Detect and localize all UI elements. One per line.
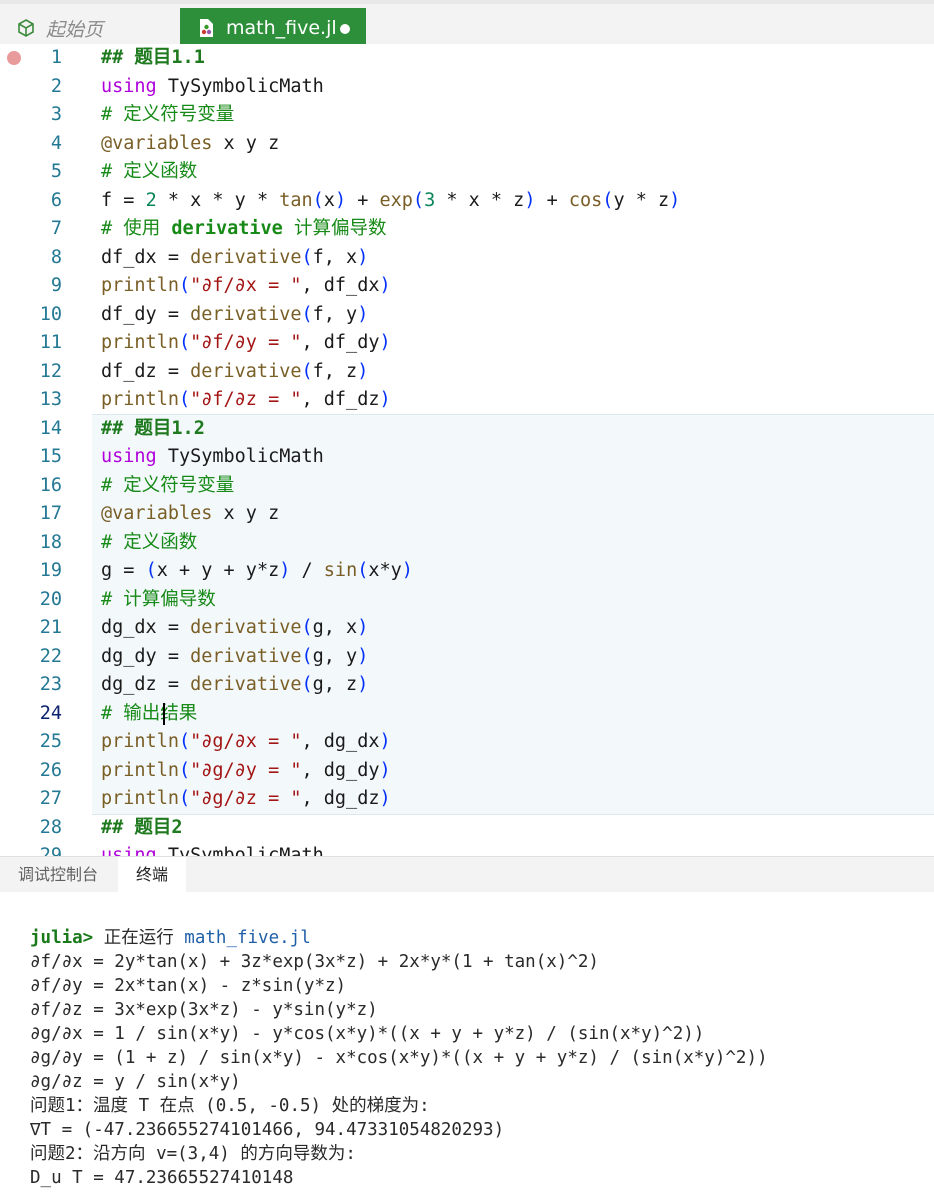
code-line: using TySymbolicMath [101,446,324,467]
unsaved-dot-icon[interactable] [340,24,350,34]
line-number: 7 [50,218,62,239]
editor-tab-bar: 起始页 math_five.jl [0,0,934,48]
line-number: 21 [39,617,62,638]
code-line: dg_dy = derivative(g, y) [101,645,369,667]
code-line: # 定义符号变量 [101,474,235,496]
line-number-current: 24 [39,702,62,724]
line-number: 17 [39,503,62,524]
line-number: 13 [39,389,62,410]
code-line: ## 题目1.1 [101,47,205,68]
code-line: # 定义函数 [101,161,198,182]
code-line: using TySymbolicMath [101,75,324,97]
code-line: g = (x + y + y*z) / sin(x*y) [101,560,413,581]
line-number: 5 [50,161,62,182]
code-editor[interactable]: 1 ## 题目1.1 2 using TySymbolicMath 3 # 定义符号变… [0,44,934,856]
code-line: @variables x y z [101,503,280,524]
line-number: 28 [39,816,62,838]
tab-math-five[interactable]: math_five.jl [180,8,366,48]
code-line: # 定义函数 [101,531,198,553]
code-line: # 输出结果 [101,702,198,724]
terminal-line: 问题2：沿方向 v=(3,4) 的方向导数为: [30,1144,356,1164]
code-line: # 计算偏导数 [101,588,216,610]
line-number: 29 [39,845,62,856]
line-number: 27 [39,788,62,809]
line-number: 8 [50,246,62,268]
line-number: 25 [39,731,62,752]
code-line: println("∂g/∂x = ", dg_dx) [101,731,391,752]
line-number: 12 [39,360,62,382]
terminal-output[interactable]: julia> 正在运行 math_five.jl ∂f/∂x = 2y*tan(… [0,892,934,1202]
line-number: 20 [39,588,62,610]
terminal-line: 问题1：温度 T 在点 (0.5, -0.5) 处的梯度为: [30,1096,430,1116]
terminal-line: ∂f/∂y = 2x*tan(x) - z*sin(y*z) [30,976,347,996]
terminal-line: ∇T = (-47.236655274101466, 94.4733105482… [30,1120,505,1140]
line-number: 2 [50,75,62,97]
terminal-line: ∂g/∂y = (1 + z) / sin(x*y) - x*cos(x*y)*… [30,1048,768,1068]
code-line: println("∂f/∂z = ", df_dz) [101,389,391,410]
line-number: 15 [39,446,62,467]
line-number: 16 [39,474,62,496]
line-number: 11 [39,332,62,353]
tab-debug-console[interactable]: 调试控制台 [0,857,116,893]
code-line: @variables x y z [101,132,280,154]
code-line: dg_dx = derivative(g, x) [101,617,369,638]
line-number: 18 [39,531,62,553]
code-line: df_dy = derivative(f, y) [101,303,369,325]
line-number: 26 [39,759,62,781]
line-number: 4 [50,132,62,154]
panel-tab-bar: 调试控制台 终端 [0,856,934,893]
code-line: df_dx = derivative(f, x) [101,246,369,268]
tab-file-label: math_five.jl [226,17,337,39]
code-line: println("∂g/∂y = ", dg_dy) [101,759,391,781]
code-line: ## 题目2 [101,816,183,838]
line-number: 9 [50,275,62,296]
line-number: 23 [39,674,62,695]
line-number: 10 [39,303,62,325]
terminal-line: ∂g/∂x = 1 / sin(x*y) - y*cos(x*y)*((x + … [30,1024,705,1044]
terminal-line: D_u T = 47.23665527410148 [30,1168,294,1188]
tab-terminal[interactable]: 终端 [118,857,187,893]
terminal-prompt-line: julia> 正在运行 math_five.jl [30,928,311,948]
code-line: println("∂g/∂z = ", dg_dz) [101,788,391,809]
start-page-icon [18,19,34,37]
code-line: dg_dz = derivative(g, z) [101,674,369,695]
code-line: ## 题目1.2 [101,417,205,439]
code-line: # 定义符号变量 [101,104,235,125]
terminal-line: ∂g/∂z = y / sin(x*y) [30,1072,241,1092]
terminal-line: ∂f/∂x = 2y*tan(x) + 3z*exp(3x*z) + 2x*y*… [30,952,599,972]
terminal-line: ∂f/∂z = 3x*exp(3x*z) - y*sin(y*z) [30,1000,378,1020]
line-number: 19 [39,560,62,581]
tab-start-label: 起始页 [46,18,104,41]
code-line: # 使用 derivative 计算偏导数 [101,218,387,239]
line-number: 14 [39,417,62,439]
code-line: f = 2 * x * y * tan(x) + exp(3 * x * z) … [101,189,681,211]
text-cursor [163,702,165,725]
line-number: 1 [50,47,62,68]
tab-start-page[interactable]: 起始页 [0,8,178,48]
code-line: using TySymbolicMath [101,845,324,856]
code-line: println("∂f/∂x = ", df_dx) [101,275,391,296]
code-line: df_dz = derivative(f, z) [101,360,369,382]
line-number: 22 [39,645,62,667]
code-line: println("∂f/∂y = ", df_dy) [101,332,391,353]
julia-file-icon [200,19,213,37]
line-number: 6 [50,189,62,211]
breakpoint-icon[interactable] [7,51,21,65]
line-number: 3 [50,104,62,125]
